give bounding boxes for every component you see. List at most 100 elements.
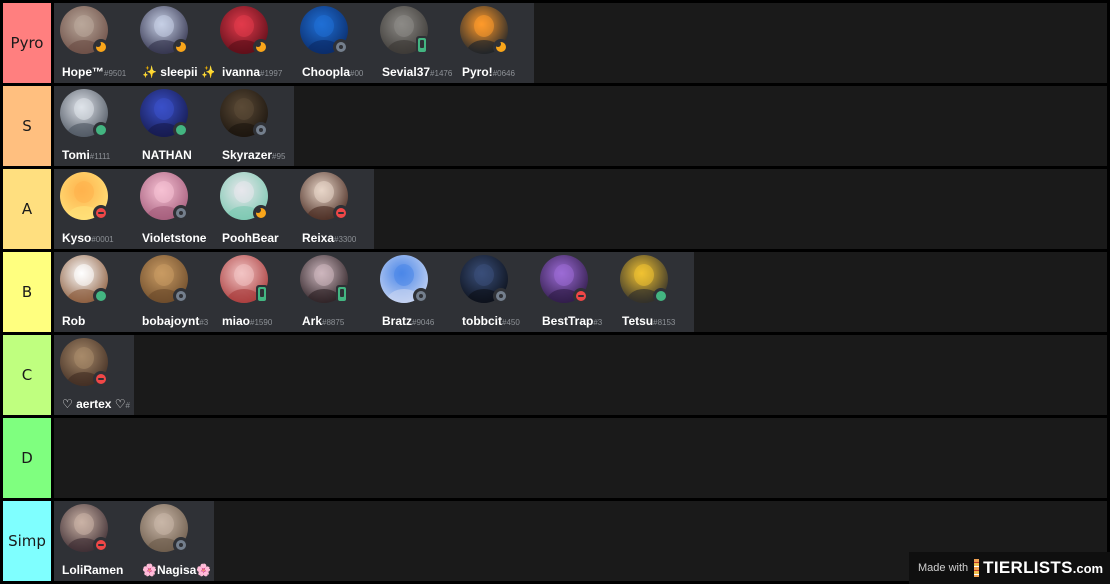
user-card[interactable]: Tetsu#8153 [614,252,694,332]
tier-items-area[interactable]: ♡ aertex ♡# [54,335,1107,415]
username-text: LoliRamen [62,563,124,577]
tier-label[interactable]: Simp [3,501,51,581]
status-dnd-icon [93,537,109,553]
username-text: PoohBear [222,231,279,245]
username-text: Bratz [382,314,413,328]
watermark-brand: TIERLISTS [983,558,1073,577]
user-card[interactable]: ✨ sleepii ✨ [134,3,214,83]
user-card[interactable]: PoohBear [214,169,294,249]
status-idle-icon [253,39,269,55]
username-text: Hope™ [62,65,104,79]
status-offline-icon [173,205,189,221]
discriminator: #3300 [334,235,357,244]
status-dnd-icon [333,205,349,221]
discriminator: # [125,401,130,410]
discriminator: #3 [593,318,603,327]
tier-items-area[interactable] [54,418,1107,498]
status-mobile-icon [256,285,268,303]
username: BestTrap#3 [542,314,602,330]
user-card[interactable]: Sevial37#1476 [374,3,454,83]
user-card[interactable]: NATHAN [134,86,214,166]
discriminator: #1476 [430,69,453,78]
discriminator: #0001 [91,235,114,244]
tier-row: S Tomi#1111 NATHAN Skyrazer#95 [0,86,1110,166]
username: NATHAN [142,148,192,164]
user-card[interactable]: Tomi#1111 [54,86,134,166]
user-card[interactable]: Ark#8875 [294,252,374,332]
status-offline-icon [173,288,189,304]
status-online-icon [93,288,109,304]
tier-items-area[interactable]: Hope™#9501 ✨ sleepii ✨ ivanna#1997 Choopla#… [54,3,1107,83]
username: ♡ aertex ♡# [62,397,130,413]
discriminator: #1111 [89,152,111,161]
tier-row: D [0,418,1110,498]
tier-items-area[interactable]: Kyso#0001 Violetstone PoohBear Reixa#3300 [54,169,1107,249]
discriminator: #1997 [260,69,283,78]
discriminator: #1590 [250,318,273,327]
discriminator: #9501 [104,69,127,78]
user-card[interactable]: Pyro!#0646 [454,3,534,83]
status-online-icon [93,122,109,138]
status-online-icon [173,122,189,138]
username: bobajoynt#3 [142,314,208,330]
tier-label[interactable]: Pyro [3,3,51,83]
user-card[interactable]: Violetstone [134,169,214,249]
discriminator: #9046 [412,318,435,327]
username-text: NATHAN [142,148,192,162]
tier-label[interactable]: D [3,418,51,498]
username-text: Skyrazer [222,148,273,162]
watermark: Made with TIERLISTS .com [909,552,1110,584]
user-card[interactable]: ivanna#1997 [214,3,294,83]
user-card[interactable]: Hope™#9501 [54,3,134,83]
user-card[interactable]: Kyso#0001 [54,169,134,249]
status-offline-icon [413,288,429,304]
tier-items-area[interactable]: Rob bobajoynt#3 miao#1590 Ark#8875 Bratz#904… [54,252,1107,332]
username-text: ♡ aertex ♡ [62,397,126,411]
username: Reixa#3300 [302,231,356,247]
status-mobile-icon [336,285,348,303]
username: ✨ sleepii ✨ [142,65,214,81]
username-text: bobajoynt [142,314,200,328]
username-text: ivanna [222,65,261,79]
user-card[interactable]: tobbcit#450 [454,252,534,332]
user-card[interactable]: ♡ aertex ♡# [54,335,134,415]
discriminator: #0646 [492,69,515,78]
discriminator: #450 [502,318,520,327]
username: ivanna#1997 [222,65,282,81]
username: Skyrazer#95 [222,148,285,164]
tier-label[interactable]: C [3,335,51,415]
discriminator: #3 [199,318,209,327]
username-text: Rob [62,314,86,328]
username: Violetstone [142,231,206,247]
username: Bratz#9046 [382,314,434,330]
user-card[interactable]: BestTrap#3 [534,252,614,332]
tier-label[interactable]: S [3,86,51,166]
username-text: Sevial37 [382,65,431,79]
tier-row: B Rob bobajoynt#3 miao#1590 Ark#8875 Bratz#90… [0,252,1110,332]
user-card[interactable]: Bratz#9046 [374,252,454,332]
status-mobile-icon [416,36,428,54]
username-text: Reixa [302,231,335,245]
user-card[interactable]: miao#1590 [214,252,294,332]
user-card[interactable]: Reixa#3300 [294,169,374,249]
discriminator: #95 [272,152,286,161]
user-card[interactable]: Skyrazer#95 [214,86,294,166]
user-card[interactable]: LoliRamen [54,501,134,581]
status-offline-icon [173,537,189,553]
user-card[interactable]: Choopla#00 [294,3,374,83]
tier-row: Pyro Hope™#9501 ✨ sleepii ✨ ivanna#1997 Choo… [0,3,1110,83]
tier-items-area[interactable]: Tomi#1111 NATHAN Skyrazer#95 [54,86,1107,166]
username-text: Choopla [302,65,350,79]
discriminator: #00 [350,69,364,78]
status-idle-icon [253,205,269,221]
tier-label[interactable]: A [3,169,51,249]
tier-label[interactable]: B [3,252,51,332]
watermark-made-with: Made with [918,562,969,574]
user-card[interactable]: bobajoynt#3 [134,252,214,332]
username: Rob [62,314,85,330]
username-text: Pyro! [462,65,493,79]
user-card[interactable]: 🌸Nagisa🌸 [134,501,214,581]
username: LoliRamen [62,563,123,579]
user-card[interactable]: Rob [54,252,134,332]
username: Sevial37#1476 [382,65,452,81]
